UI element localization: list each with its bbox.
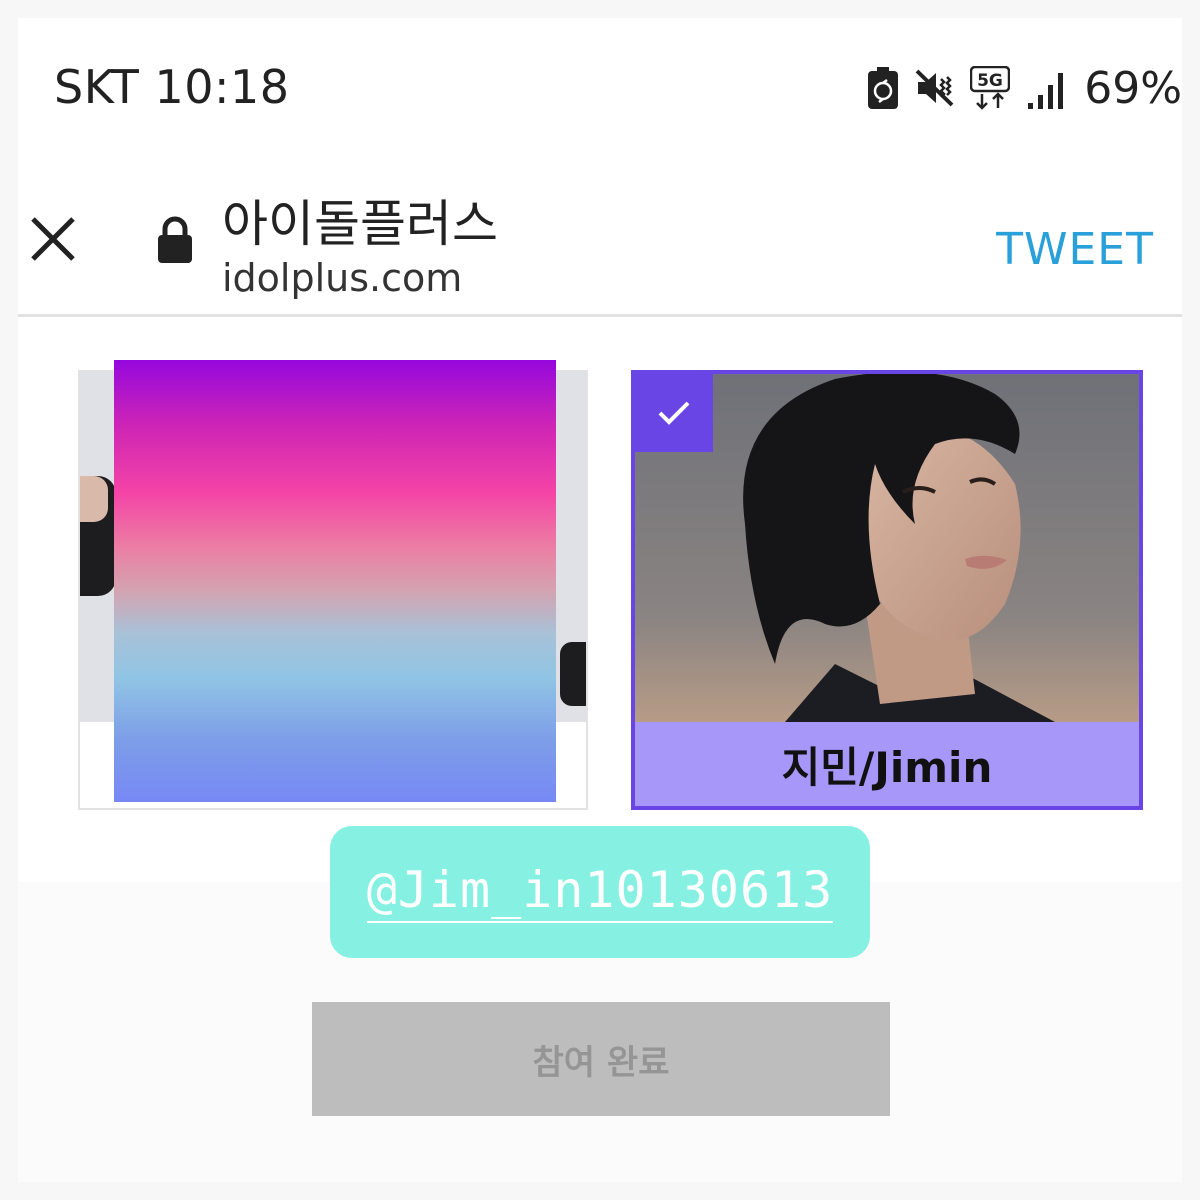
twitter-handle: @Jim_in10130613 [366,861,834,923]
candidate-name-jimin: 지민/Jimin [781,742,993,792]
header-divider [18,314,1182,317]
browser-header: 아이돌플러스 idolplus.com TWEET [18,138,1182,314]
vibrate-mute-icon [914,68,954,108]
signal-icon [1026,67,1068,109]
status-bar: SKT 10:18 5G 69% [18,18,1182,138]
participation-complete-button[interactable]: 참여 완료 [312,1002,890,1116]
status-icons: 5G 69% [868,60,1182,116]
candidate-card-jimin[interactable]: 지민/Jimin [631,370,1143,810]
battery-percent: 69% [1084,62,1182,114]
carrier-time: SKT 10:18 [54,60,290,114]
gradient-cover-overlay [114,360,556,802]
twitter-handle-tag: @Jim_in10130613 [330,826,870,958]
selected-check-badge [635,374,713,452]
check-icon [658,401,690,425]
battery-saver-icon [868,67,899,109]
page-title: 아이돌플러스 [222,195,498,253]
tweet-button[interactable]: TWEET [996,224,1154,275]
svg-text:5G: 5G [977,71,1003,91]
5g-icon: 5G [970,66,1011,110]
close-button[interactable] [24,210,82,268]
lock-icon [156,216,194,269]
page-url: idolplus.com [222,256,463,300]
screen: SKT 10:18 5G 69% 아이돌플러스 idolplus.com TWE… [18,18,1182,1182]
close-icon [31,217,75,261]
